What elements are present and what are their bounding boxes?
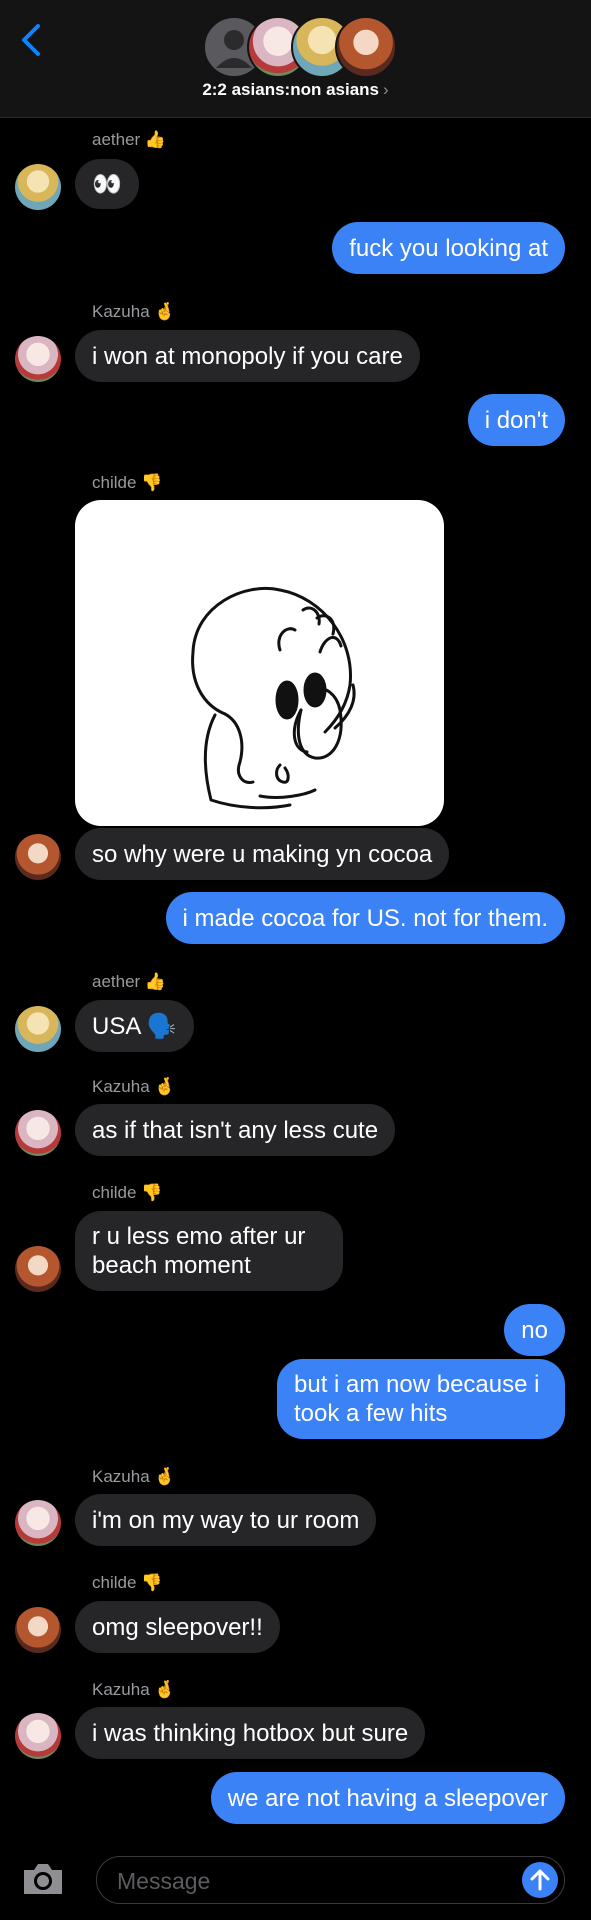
message-bubble-incoming[interactable]: so why were u making yn cocoa: [75, 828, 450, 880]
sender-name-kazuha: Kazuha 🤞: [92, 1077, 176, 1096]
sender-name-childe: childe 👎: [92, 1573, 163, 1592]
message-bubble-incoming[interactable]: USA 🗣️: [75, 1000, 194, 1052]
avatar-childe: [15, 1246, 61, 1292]
message-text: fuck you looking at: [349, 234, 548, 262]
message-bubble-incoming[interactable]: as if that isn't any less cute: [75, 1104, 396, 1156]
message-text: 👀: [92, 170, 122, 198]
message-bubble-outgoing[interactable]: i made cocoa for US. not for them.: [165, 892, 565, 944]
message-text: no: [521, 1316, 548, 1344]
avatar-aether: [15, 1006, 61, 1052]
avatar-childe: [15, 834, 61, 880]
sender-name-kazuha: Kazuha 🤞: [92, 1680, 176, 1699]
message-text: so why were u making yn cocoa: [92, 840, 433, 868]
message-bubble-outgoing[interactable]: but i am now because i took a few hits: [277, 1359, 565, 1439]
avatar-kazuha: [15, 1713, 61, 1759]
message-text: as if that isn't any less cute: [92, 1116, 379, 1144]
message-composer: Message: [0, 1843, 591, 1920]
message-bubble-incoming[interactable]: i'm on my way to ur room: [75, 1494, 377, 1546]
avatar-kazuha: [15, 336, 61, 382]
camera-icon[interactable]: [20, 1860, 66, 1898]
avatar-childe: [15, 1607, 61, 1653]
group-title-text: 2:2 asians:non asians: [202, 80, 379, 99]
group-title[interactable]: 2:2 asians:non asians ›: [0, 80, 591, 100]
message-text: i won at monopoly if you care: [92, 342, 403, 370]
message-bubble-incoming[interactable]: i won at monopoly if you care: [75, 330, 420, 382]
message-text: we are not having a sleepover: [227, 1784, 548, 1812]
message-bubble-outgoing[interactable]: no: [504, 1304, 565, 1356]
sender-name-kazuha: Kazuha 🤞: [92, 1467, 176, 1486]
send-button[interactable]: [522, 1862, 558, 1898]
message-bubble-incoming[interactable]: omg sleepover!!: [75, 1601, 280, 1653]
message-text: USA 🗣️: [92, 1012, 177, 1040]
conversation-header: 2:2 asians:non asians ›: [0, 0, 591, 118]
message-bubble-outgoing[interactable]: we are not having a sleepover: [210, 1772, 565, 1824]
message-text: but i am now because i took a few hits: [294, 1371, 540, 1427]
message-bubble-outgoing[interactable]: i don't: [467, 394, 565, 446]
message-text: i don't: [484, 406, 548, 434]
sender-name-childe: childe 👎: [92, 473, 163, 492]
sender-name-childe: childe 👎: [92, 1183, 163, 1202]
message-text: i was thinking hotbox but sure: [92, 1719, 409, 1747]
avatar-childe: [335, 16, 397, 78]
message-text: i'm on my way to ur room: [92, 1506, 360, 1534]
arrow-up-icon: [530, 1869, 550, 1891]
message-placeholder: Message: [117, 1868, 211, 1894]
chevron-right-icon: ›: [383, 80, 389, 99]
drawing-image: [191, 587, 356, 810]
avatar-kazuha: [15, 1500, 61, 1546]
group-avatars[interactable]: [203, 16, 397, 78]
message-text: i made cocoa for US. not for them.: [182, 904, 549, 932]
image-attachment[interactable]: [75, 500, 444, 826]
sender-name-aether: aether 👍: [92, 972, 167, 991]
message-bubble-incoming[interactable]: i was thinking hotbox but sure: [75, 1707, 426, 1759]
message-bubble-incoming[interactable]: 👀: [75, 159, 139, 209]
message-text: r u less emo after ur beach moment: [92, 1223, 306, 1279]
avatar-kazuha: [15, 1110, 61, 1156]
message-input[interactable]: Message: [96, 1856, 565, 1904]
chevron-left-icon[interactable]: [18, 22, 44, 58]
avatar-aether: [15, 164, 61, 210]
sender-name-aether: aether 👍: [92, 130, 167, 149]
sender-name-kazuha: Kazuha 🤞: [92, 302, 176, 321]
message-bubble-outgoing[interactable]: fuck you looking at: [332, 222, 565, 274]
message-text: omg sleepover!!: [92, 1613, 263, 1641]
message-bubble-incoming[interactable]: r u less emo after ur beach moment: [75, 1211, 343, 1291]
